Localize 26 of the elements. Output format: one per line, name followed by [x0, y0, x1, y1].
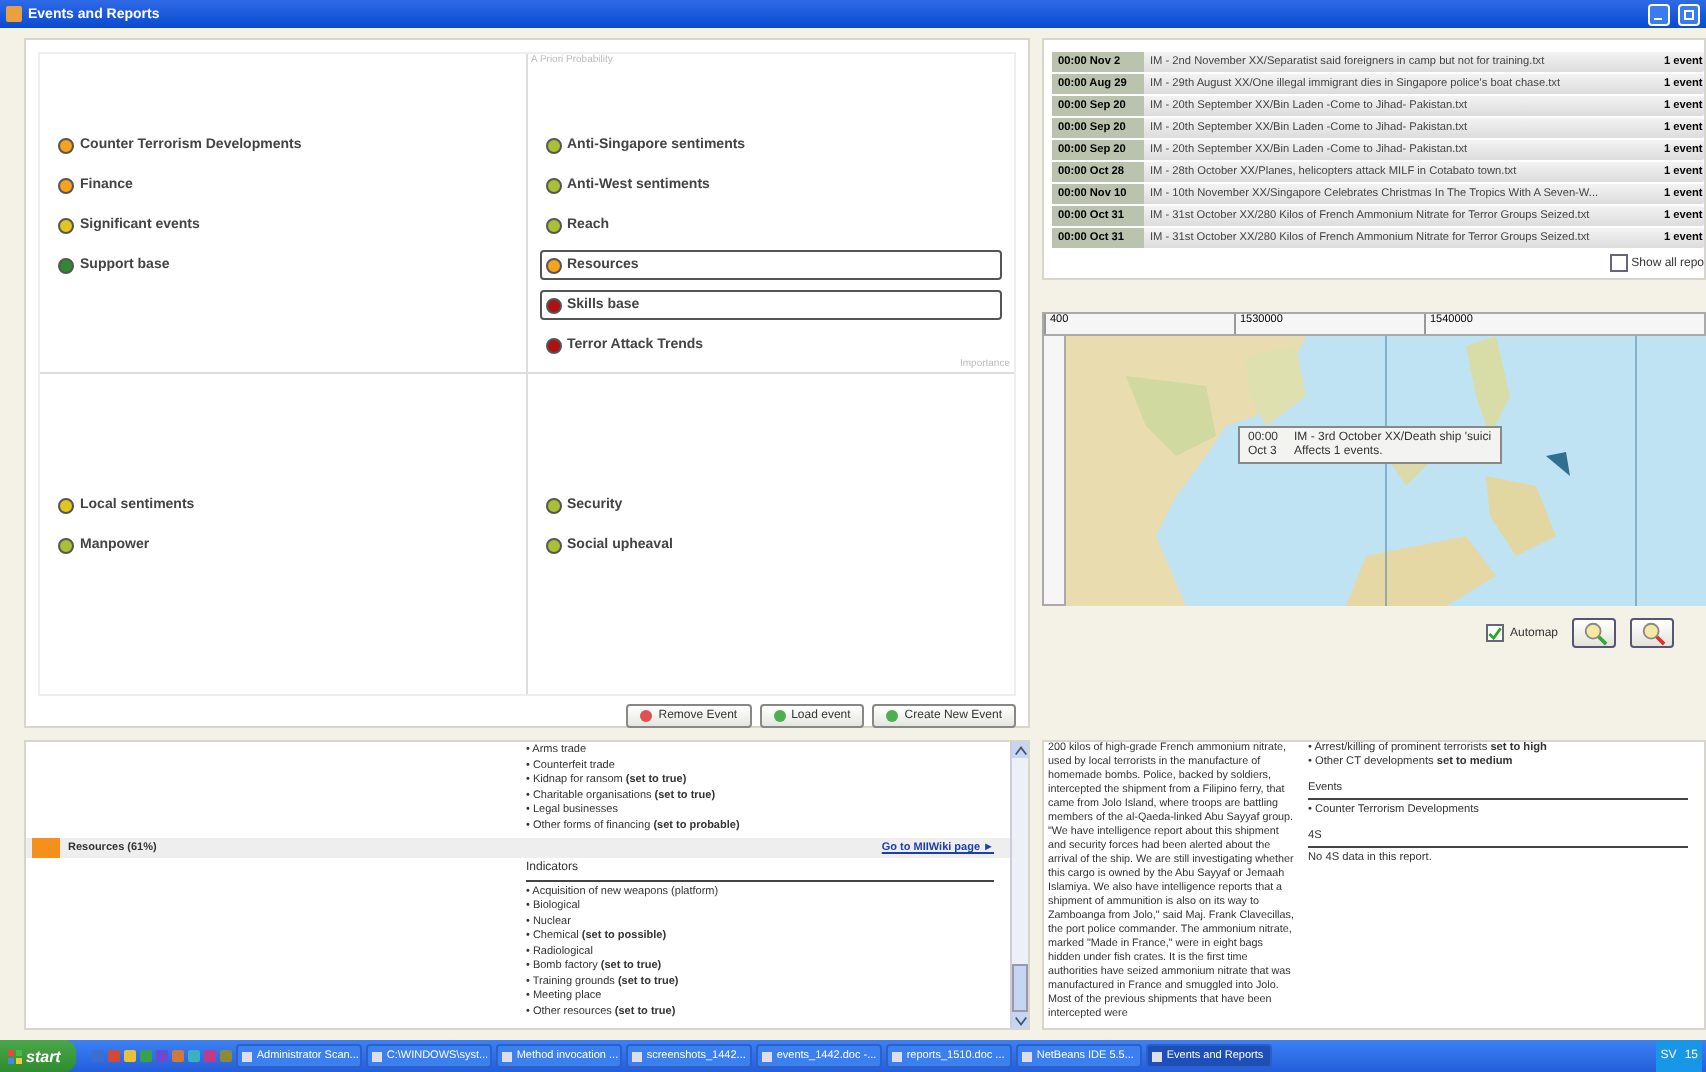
window-icon [1022, 1051, 1033, 1061]
window-icon [1152, 1051, 1163, 1061]
window-icon [892, 1051, 903, 1061]
restore-button[interactable] [1678, 3, 1700, 25]
circle-icon [640, 710, 653, 722]
scrollbar[interactable] [1010, 742, 1028, 1028]
window-icon [372, 1051, 383, 1061]
scroll-thumb[interactable] [1012, 964, 1028, 1012]
scroll-up-icon [1012, 742, 1028, 758]
window-icon [632, 1051, 643, 1061]
window-icon [762, 1051, 773, 1061]
zoom-in-button[interactable] [1572, 618, 1617, 648]
windows-flag-icon [8, 1049, 22, 1063]
checkbox[interactable] [1486, 624, 1504, 642]
circle-icon [886, 710, 899, 722]
app-icon [6, 6, 22, 22]
scroll-down-icon [1012, 1012, 1028, 1028]
window-icon [242, 1051, 253, 1061]
minimize-button[interactable] [1648, 3, 1670, 25]
circle-icon [773, 710, 786, 722]
window-icon [502, 1051, 513, 1061]
magnifier-icon [1639, 620, 1666, 646]
magnifier-icon [1581, 620, 1608, 646]
checkbox[interactable] [1609, 254, 1628, 272]
zoom-out-button[interactable] [1630, 618, 1675, 648]
start-button[interactable]: start [0, 1040, 77, 1072]
